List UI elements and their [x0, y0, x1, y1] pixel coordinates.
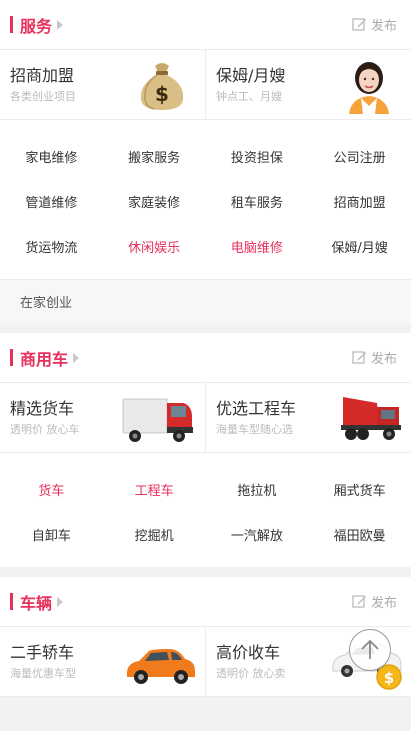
category-link[interactable]: 一汽解放: [206, 525, 309, 544]
money-bag-icon: $: [140, 63, 184, 110]
promo-engineering[interactable]: 优选工程车 海量车型随心选: [205, 383, 411, 452]
chevron-right-icon: [57, 19, 64, 30]
promo-franchise[interactable]: 招商加盟 各类创业项目 $: [0, 50, 205, 119]
arrow-up-icon: [361, 639, 379, 659]
commercial-title: 商用车: [20, 349, 69, 369]
category-link[interactable]: 自卸车: [0, 525, 103, 544]
section-divider: [0, 567, 411, 577]
orange-car-icon: [127, 649, 195, 684]
nanny-avatar: [349, 62, 389, 114]
commercial-section: 商用车 发布 精选货车 透明价 放心车 优选工程车 海量车型随心选 货车 工程车…: [0, 333, 411, 567]
category-link[interactable]: 家庭装修: [103, 192, 206, 211]
category-link[interactable]: 货运物流: [0, 237, 103, 256]
title-accent-bar: [10, 593, 13, 610]
promo-nanny[interactable]: 保姆/月嫂 钟点工、月嫂: [205, 50, 411, 119]
scroll-to-top-button[interactable]: [349, 629, 391, 671]
grid-row: 货车 工程车 拖拉机 厢式货车: [0, 467, 411, 512]
promo-used-cars[interactable]: 二手轿车 海量优惠车型: [0, 627, 205, 696]
chevron-right-icon: [57, 596, 64, 607]
commercial-publish-button[interactable]: 发布: [352, 348, 397, 367]
grid-row: 货运物流 休闲娱乐 电脑维修 保姆/月嫂: [0, 224, 411, 269]
category-link-highlighted[interactable]: 电脑维修: [206, 237, 309, 256]
grid-row: 管道维修 家庭装修 租车服务 招商加盟: [0, 179, 411, 224]
category-link[interactable]: 拖拉机: [206, 480, 309, 499]
category-link[interactable]: 家电维修: [0, 147, 103, 166]
category-link[interactable]: 公司注册: [308, 147, 411, 166]
grid-row: 自卸车 挖掘机 一汽解放 福田欧曼: [0, 512, 411, 557]
category-link[interactable]: 搬家服务: [103, 147, 206, 166]
service-category-grid: 家电维修 搬家服务 投资担保 公司注册 管道维修 家庭装修 租车服务 招商加盟 …: [0, 120, 411, 279]
category-link[interactable]: 租车服务: [206, 192, 309, 211]
category-link[interactable]: 厢式货车: [308, 480, 411, 499]
category-link[interactable]: 管道维修: [0, 192, 103, 211]
vehicles-title: 车辆: [20, 593, 53, 613]
chevron-right-icon: [73, 352, 80, 363]
vehicles-section: 车辆 发布 二手轿车 海量优惠车型 高价收车 透明价 放心卖 $: [0, 577, 411, 697]
vehicles-promo-row: 二手轿车 海量优惠车型 高价收车 透明价 放心卖 $: [0, 627, 411, 697]
svg-text:$: $: [384, 669, 394, 687]
commercial-title-link[interactable]: 商用车: [10, 346, 80, 370]
category-link-highlighted[interactable]: 工程车: [103, 480, 206, 499]
category-link[interactable]: 福田欧曼: [308, 525, 411, 544]
title-accent-bar: [10, 349, 13, 366]
commercial-promo-row: 精选货车 透明价 放心车 优选工程车 海量车型随心选: [0, 383, 411, 453]
edit-icon: [352, 18, 366, 31]
commercial-category-grid: 货车 工程车 拖拉机 厢式货车 自卸车 挖掘机 一汽解放 福田欧曼: [0, 453, 411, 567]
category-link[interactable]: 挖掘机: [103, 525, 206, 544]
publish-label: 发布: [370, 19, 397, 34]
vehicles-title-link[interactable]: 车辆: [10, 590, 64, 614]
grid-row: 家电维修 搬家服务 投资担保 公司注册: [0, 134, 411, 179]
category-link[interactable]: 保姆/月嫂: [308, 237, 411, 256]
title-accent-bar: [10, 16, 13, 33]
red-truck-icon: [122, 398, 193, 442]
category-link-highlighted[interactable]: 货车: [0, 480, 103, 499]
section-divider: [0, 323, 411, 333]
promo-trucks[interactable]: 精选货车 透明价 放心车: [0, 383, 205, 452]
svg-text:$: $: [155, 82, 169, 106]
vehicles-publish-button[interactable]: 发布: [352, 592, 397, 611]
edit-icon: [352, 351, 366, 364]
service-title-link[interactable]: 服务: [10, 13, 64, 37]
dump-truck-icon: [341, 397, 401, 440]
service-section: 服务 发布 招商加盟 各类创业项目 $ 保姆/月嫂 钟点工、月嫂 家电维修 搬家…: [0, 0, 411, 323]
publish-label: 发布: [370, 596, 397, 611]
vehicles-header: 车辆 发布: [0, 577, 411, 627]
category-link[interactable]: 招商加盟: [308, 192, 411, 211]
commercial-header: 商用车 发布: [0, 333, 411, 383]
service-title: 服务: [20, 16, 53, 36]
category-link-highlighted[interactable]: 休闲娱乐: [103, 237, 206, 256]
publish-label: 发布: [370, 352, 397, 367]
service-header: 服务 发布: [0, 0, 411, 50]
service-extra-link[interactable]: 在家创业: [0, 279, 411, 323]
category-link[interactable]: 投资担保: [206, 147, 309, 166]
service-publish-button[interactable]: 发布: [352, 15, 397, 34]
edit-icon: [352, 595, 366, 608]
service-promo-row: 招商加盟 各类创业项目 $ 保姆/月嫂 钟点工、月嫂: [0, 50, 411, 120]
